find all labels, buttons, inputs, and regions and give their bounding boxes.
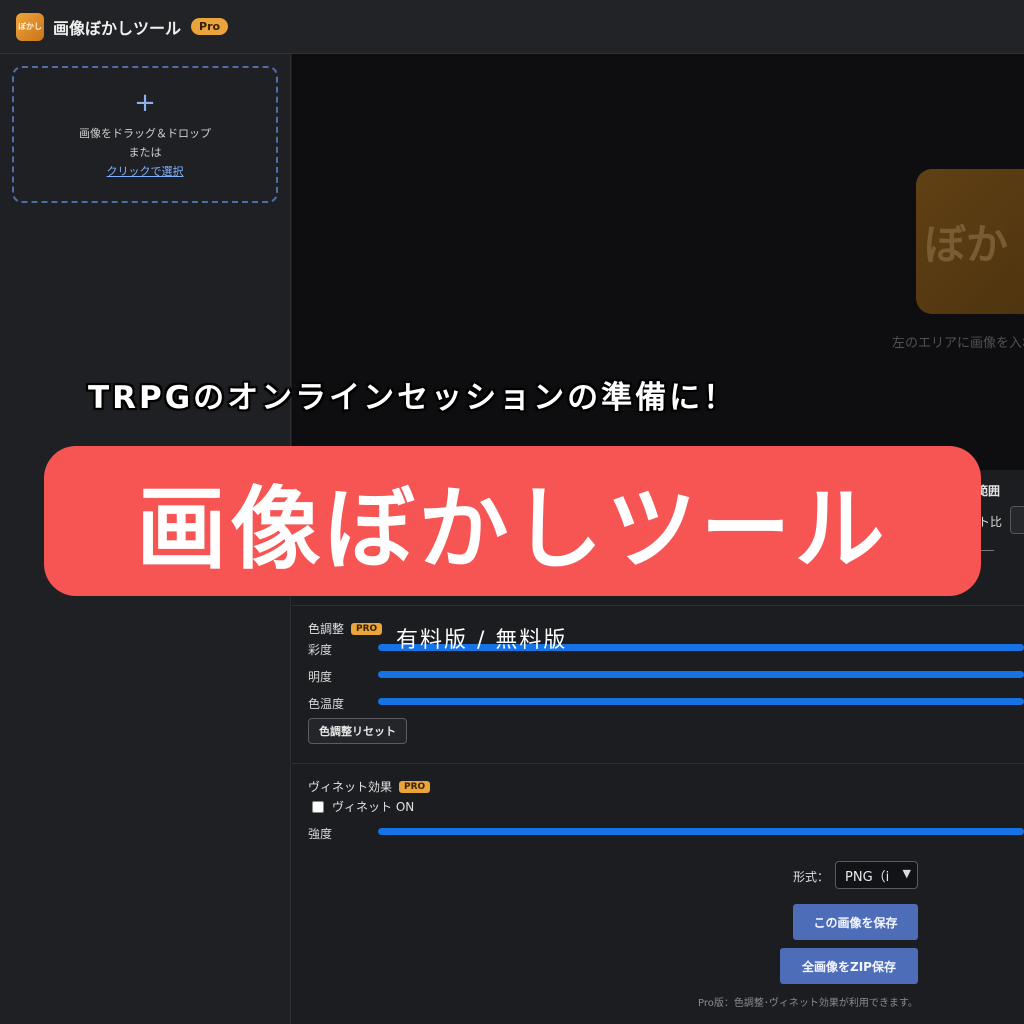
- promo-banner-text: 画像ぼかしツール: [136, 477, 889, 582]
- pro-footnote: Pro版：色調整･ヴィネット効果が利用できます。: [698, 998, 918, 1009]
- pro-badge: Pro: [191, 18, 229, 35]
- vignette-checkbox-label: ヴィネット ON: [332, 800, 415, 814]
- dropzone-line-2: または: [128, 146, 162, 159]
- app-header: ぼかし 画像ぼかしツール Pro: [0, 0, 1024, 54]
- vignette-pro-badge: PRO: [399, 780, 431, 793]
- preview-placeholder-logo: ぼか: [916, 169, 1024, 314]
- plus-icon: +: [134, 88, 156, 118]
- brightness-slider[interactable]: [378, 671, 1024, 678]
- aspect-ratio-label: ト比: [978, 515, 1003, 529]
- preview-hint: 左のエリアに画像を入れ: [892, 336, 1024, 351]
- select-file-link[interactable]: クリックで選択: [107, 162, 184, 182]
- color-adjust-title-text: 色調整: [308, 622, 345, 636]
- color-temperature-label: 色温度: [308, 697, 345, 711]
- app-logo: ぼかし: [16, 12, 44, 41]
- aspect-ratio-input[interactable]: [1010, 506, 1024, 534]
- section-divider: [292, 763, 1024, 764]
- promo-banner: 画像ぼかしツール: [44, 446, 981, 596]
- promo-sub-caption: 有料版 / 無料版: [396, 628, 568, 653]
- vignette-title-text: ヴィネット効果: [308, 780, 393, 794]
- app-window: ぼかし 画像ぼかしツール Pro + 画像をドラッグ＆ドロップ または クリック…: [0, 0, 1024, 1024]
- format-label: 形式：: [793, 870, 830, 884]
- brightness-label: 明度: [308, 670, 333, 684]
- save-image-button[interactable]: この画像を保存: [793, 904, 918, 940]
- color-adjust-pro-badge: PRO: [351, 622, 383, 635]
- chevron-down-icon: ▼: [902, 867, 911, 880]
- vignette-strength-slider[interactable]: [378, 828, 1024, 835]
- save-all-zip-button[interactable]: 全画像をZIP保存: [780, 948, 918, 984]
- dropzone-line-1: 画像をドラッグ＆ドロップ: [79, 127, 211, 140]
- vignette-title: ヴィネット効果 PRO: [308, 778, 431, 795]
- color-temperature-slider[interactable]: [378, 698, 1024, 705]
- format-select[interactable]: PNG（i ▼: [835, 861, 918, 889]
- vignette-checkbox[interactable]: [312, 800, 324, 813]
- vignette-strength-label: 強度: [308, 827, 333, 841]
- vignette-toggle[interactable]: ヴィネット ON: [312, 798, 414, 815]
- format-selected-value: PNG（i: [845, 869, 890, 885]
- preview-logo-text: ぼか: [924, 220, 1009, 269]
- promo-tagline: TRPGのオンラインセッションの準備に！: [88, 380, 738, 416]
- app-title: 画像ぼかしツール: [53, 18, 182, 38]
- image-dropzone[interactable]: + 画像をドラッグ＆ドロップ または クリックで選択: [12, 66, 278, 203]
- app-logo-text: ぼかし: [18, 22, 42, 31]
- saturation-label: 彩度: [308, 643, 333, 657]
- color-reset-button[interactable]: 色調整リセット: [308, 718, 407, 744]
- color-adjust-title: 色調整 PRO: [308, 620, 383, 637]
- section-divider: [292, 605, 1024, 606]
- dropzone-instructions: 画像をドラッグ＆ドロップ または: [79, 124, 211, 162]
